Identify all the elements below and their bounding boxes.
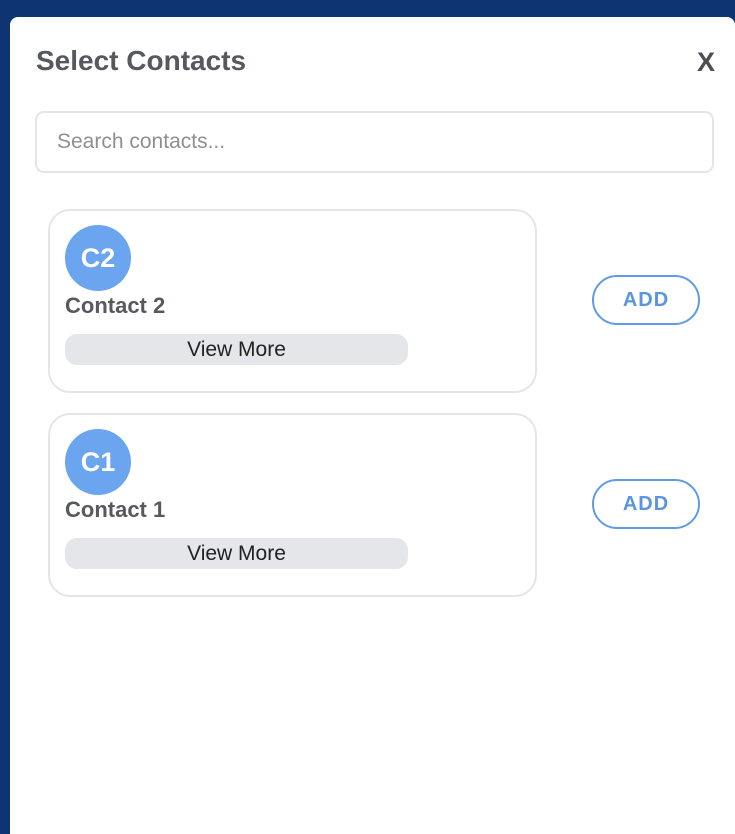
view-more-button[interactable]: View More bbox=[65, 334, 408, 365]
close-button[interactable]: X bbox=[697, 47, 715, 78]
avatar: C2 bbox=[65, 225, 131, 291]
search-input[interactable] bbox=[35, 111, 714, 173]
add-button[interactable]: ADD bbox=[592, 275, 700, 325]
modal-title: Select Contacts bbox=[36, 45, 247, 76]
contact-card: C1 Contact 1 View More bbox=[48, 413, 537, 597]
view-more-button[interactable]: View More bbox=[65, 538, 408, 569]
add-button[interactable]: ADD bbox=[592, 479, 700, 529]
contact-row: C2 Contact 2 View More ADD bbox=[48, 209, 700, 393]
select-contacts-modal: Select Contacts X C2 Contact 2 View More… bbox=[10, 17, 735, 834]
contact-card: C2 Contact 2 View More bbox=[48, 209, 537, 393]
contact-name: Contact 2 bbox=[65, 293, 166, 318]
avatar: C1 bbox=[65, 429, 131, 495]
contact-row: C1 Contact 1 View More ADD bbox=[48, 413, 700, 597]
contact-name: Contact 1 bbox=[65, 497, 166, 522]
